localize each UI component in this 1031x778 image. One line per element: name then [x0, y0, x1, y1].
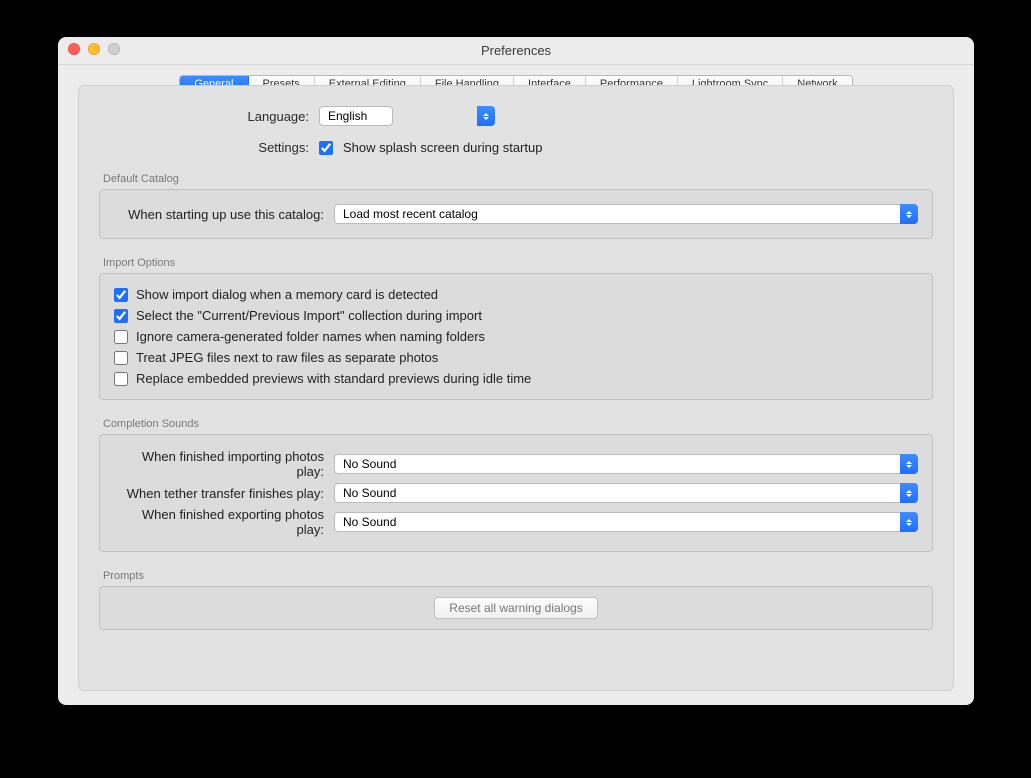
close-icon[interactable] [68, 43, 80, 55]
completion-sound-select[interactable]: No Sound [334, 483, 918, 503]
import-option-row: Select the "Current/Previous Import" col… [114, 305, 918, 326]
content-panel: Language: English Settings: Show splash … [78, 85, 954, 691]
completion-sound-label: When tether transfer finishes play: [114, 486, 324, 501]
import-option-label: Treat JPEG files next to raw files as se… [136, 350, 438, 365]
import-option-checkbox[interactable] [114, 288, 128, 302]
completion-sound-label: When finished exporting photos play: [114, 507, 324, 537]
import-option-row: Treat JPEG files next to raw files as se… [114, 347, 918, 368]
language-select[interactable]: English [319, 106, 393, 126]
import-option-row: Show import dialog when a memory card is… [114, 284, 918, 305]
import-option-label: Replace embedded previews with standard … [136, 371, 531, 386]
reset-warnings-button[interactable]: Reset all warning dialogs [434, 597, 597, 619]
section-import-options: Import Options [103, 257, 933, 269]
completion-sound-row: When finished exporting photos play: No S… [114, 507, 918, 537]
section-completion-sounds: Completion Sounds [103, 418, 933, 430]
minimize-icon[interactable] [88, 43, 100, 55]
window-controls [68, 43, 120, 55]
preferences-window: Preferences GeneralPresetsExternal Editi… [58, 37, 974, 705]
settings-label: Settings: [99, 140, 309, 155]
import-option-checkbox[interactable] [114, 351, 128, 365]
import-option-label: Ignore camera-generated folder names whe… [136, 329, 485, 344]
import-option-checkbox[interactable] [114, 309, 128, 323]
startup-catalog-label: When starting up use this catalog: [114, 207, 324, 222]
import-option-label: Show import dialog when a memory card is… [136, 287, 438, 302]
window-title: Preferences [58, 37, 974, 65]
import-option-checkbox[interactable] [114, 330, 128, 344]
completion-sound-select[interactable]: No Sound [334, 512, 918, 532]
language-label: Language: [99, 109, 309, 124]
chevron-updown-icon [477, 106, 495, 126]
import-option-checkbox[interactable] [114, 372, 128, 386]
completion-sounds-group: When finished importing photos play: No S… [99, 434, 933, 552]
completion-sound-row: When finished importing photos play: No S… [114, 449, 918, 479]
section-default-catalog: Default Catalog [103, 173, 933, 185]
section-prompts: Prompts [103, 570, 933, 582]
import-option-label: Select the "Current/Previous Import" col… [136, 308, 482, 323]
import-option-row: Replace embedded previews with standard … [114, 368, 918, 389]
splash-checkbox[interactable] [319, 141, 333, 155]
splash-label: Show splash screen during startup [343, 140, 542, 155]
zoom-icon [108, 43, 120, 55]
import-options-group: Show import dialog when a memory card is… [99, 273, 933, 400]
completion-sound-label: When finished importing photos play: [114, 449, 324, 479]
startup-catalog-select[interactable]: Load most recent catalog [334, 204, 918, 224]
titlebar: Preferences [58, 37, 974, 65]
import-option-row: Ignore camera-generated folder names whe… [114, 326, 918, 347]
completion-sound-row: When tether transfer finishes play: No So… [114, 483, 918, 503]
completion-sound-select[interactable]: No Sound [334, 454, 918, 474]
